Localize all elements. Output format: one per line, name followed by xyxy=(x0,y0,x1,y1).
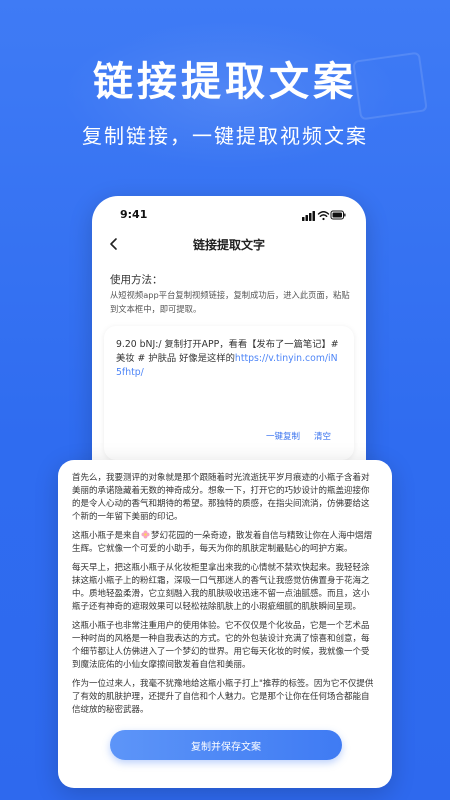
clear-button[interactable]: 清空 xyxy=(314,430,331,442)
howto-text: 从短视频app平台复制视频链接，复制成功后，进入此页面，粘贴到文本框中，即可提取… xyxy=(110,290,350,314)
copy-and-save-button[interactable]: 复制并保存文案 xyxy=(110,730,342,760)
nav-title: 链接提取文字 xyxy=(192,238,265,252)
signal-icon xyxy=(302,211,315,221)
result-card: 首先么，我要测评的对象就是那个跟随着时光流逝抚平岁月痕迹的小瓶子含着对美丽的承诺… xyxy=(58,460,392,788)
hero-title: 链接提取文案 xyxy=(93,59,357,105)
battery-icon xyxy=(330,210,346,220)
howto-label: 使用方法： xyxy=(110,274,163,286)
flower-emoji-icon xyxy=(141,530,150,539)
wifi-icon xyxy=(317,211,330,221)
result-text: 首先么，我要测评的对象就是那个跟随着时光流逝抚平岁月痕迹的小瓶子含着对美丽的承诺… xyxy=(72,472,377,723)
result-paragraph: 首先么，我要测评的对象就是那个跟随着时光流逝抚平岁月痕迹的小瓶子含着对美丽的承诺… xyxy=(72,473,370,522)
result-paragraph: 作为一位过来人，我毫不犹豫地给这瓶小瓶子打上"推荐的标签。因为它不仅提供了有效的… xyxy=(72,679,374,715)
onekey-copy-button[interactable]: 一键复制 xyxy=(266,430,300,442)
link-input-text[interactable]: 9.20 bNJ:/ 复制打开APP，看看【发布了一篇笔记】# 美妆 # 护肤品… xyxy=(116,338,342,380)
status-time: 9:41 xyxy=(120,208,148,221)
hero-subtitle: 复制链接，一键提取视频文案 xyxy=(82,124,368,148)
result-paragraph: 这瓶小瓶子也非常注重用户的使用体验。它不仅仅是个化妆品，它是一个艺术品一种时尚的… xyxy=(72,621,370,670)
status-icons xyxy=(302,210,346,221)
result-paragraph-part: 这瓶小瓶子是来自 xyxy=(72,531,141,541)
link-input-card[interactable]: 9.20 bNJ:/ 复制打开APP，看看【发布了一篇笔记】# 美妆 # 护肤品… xyxy=(104,326,354,460)
nav-bar: 链接提取文字 xyxy=(92,228,366,262)
result-paragraph: 这瓶小瓶子是来自 梦幻花园的一朵奇迹，散发着自信与精致让你在人海中熠熠生辉。它就… xyxy=(72,530,377,556)
result-paragraph: 每天早上，把这瓶小瓶子从化妆柜里拿出来我的心情就不禁欢快起来。我轻轻涂抹这瓶小瓶… xyxy=(72,563,370,612)
